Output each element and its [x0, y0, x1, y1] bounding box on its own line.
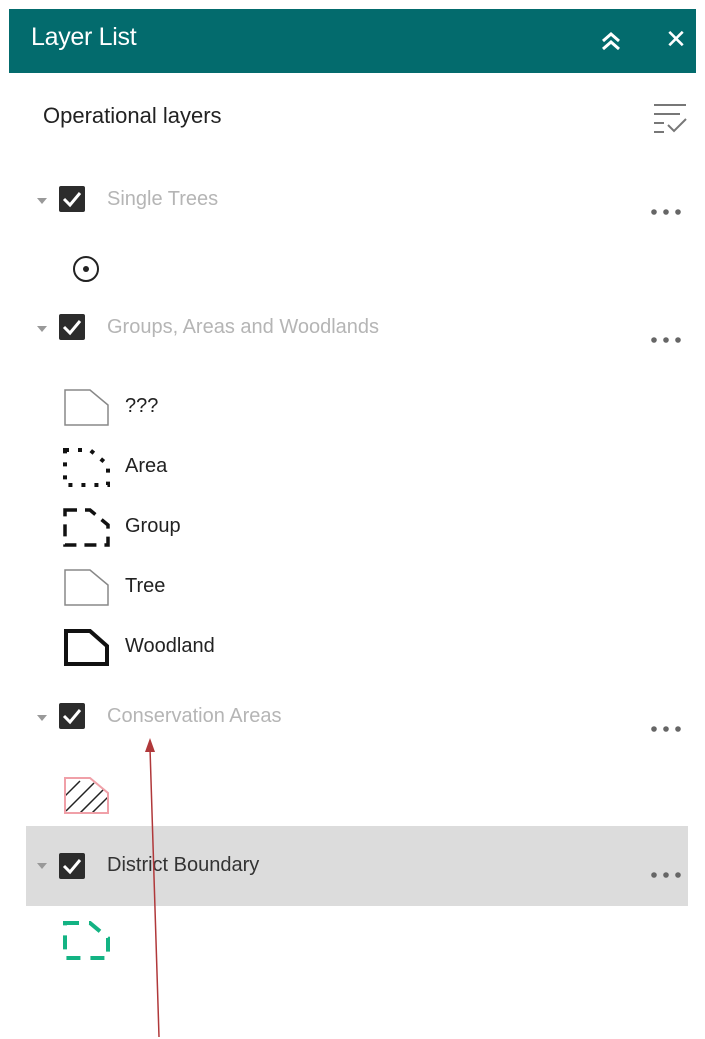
caret-down-icon[interactable] — [35, 322, 49, 336]
panel-header: Layer List ✕ — [9, 9, 696, 73]
layer-row-groups-areas-woodlands[interactable]: Groups, Areas and Woodlands — [26, 300, 688, 360]
layer-list-options-icon[interactable] — [650, 98, 690, 138]
more-options-icon[interactable] — [648, 865, 684, 885]
layer-checkbox[interactable] — [59, 853, 85, 879]
double-chevron-up-icon[interactable] — [596, 27, 626, 57]
layer-label: Conservation Areas — [107, 705, 282, 727]
polygon-thin-gray-icon — [60, 563, 112, 613]
layer-checkbox[interactable] — [59, 703, 85, 729]
polygon-thick-black-icon — [60, 623, 112, 673]
layer-label: Groups, Areas and Woodlands — [107, 316, 380, 338]
caret-down-icon[interactable] — [35, 711, 49, 725]
panel-title: Layer List — [31, 23, 137, 51]
caret-down-icon[interactable] — [35, 859, 49, 873]
legend-label: Tree — [125, 575, 166, 597]
legend-label: Group — [125, 515, 181, 537]
polygon-hatched-pink-icon — [60, 771, 112, 821]
layer-checkbox[interactable] — [59, 186, 85, 212]
polygon-dashed-teal-icon — [60, 916, 112, 966]
legend-label: Area — [125, 455, 168, 477]
layer-row-district-boundary[interactable]: District Boundary — [26, 826, 688, 906]
polygon-thin-gray-icon — [60, 383, 112, 433]
polygon-dotted-black-icon — [60, 443, 112, 493]
more-options-icon[interactable] — [648, 202, 684, 222]
point-circle-icon — [60, 244, 112, 294]
more-options-icon[interactable] — [648, 330, 684, 350]
layer-label: Single Trees — [107, 188, 219, 210]
layer-label: District Boundary — [107, 854, 260, 876]
more-options-icon[interactable] — [648, 719, 684, 739]
legend-label: Woodland — [125, 635, 215, 657]
caret-down-icon[interactable] — [35, 194, 49, 208]
legend-label: ??? — [125, 395, 159, 417]
close-icon[interactable]: ✕ — [661, 24, 691, 54]
layer-list-panel: Layer List ✕ Operational layers Single T… — [0, 0, 705, 1039]
layer-checkbox[interactable] — [59, 314, 85, 340]
polygon-dashed-black-icon — [60, 503, 112, 553]
layer-row-conservation-areas[interactable]: Conservation Areas — [26, 689, 688, 749]
layer-row-single-trees[interactable]: Single Trees — [26, 172, 688, 232]
section-title: Operational layers — [43, 103, 222, 128]
